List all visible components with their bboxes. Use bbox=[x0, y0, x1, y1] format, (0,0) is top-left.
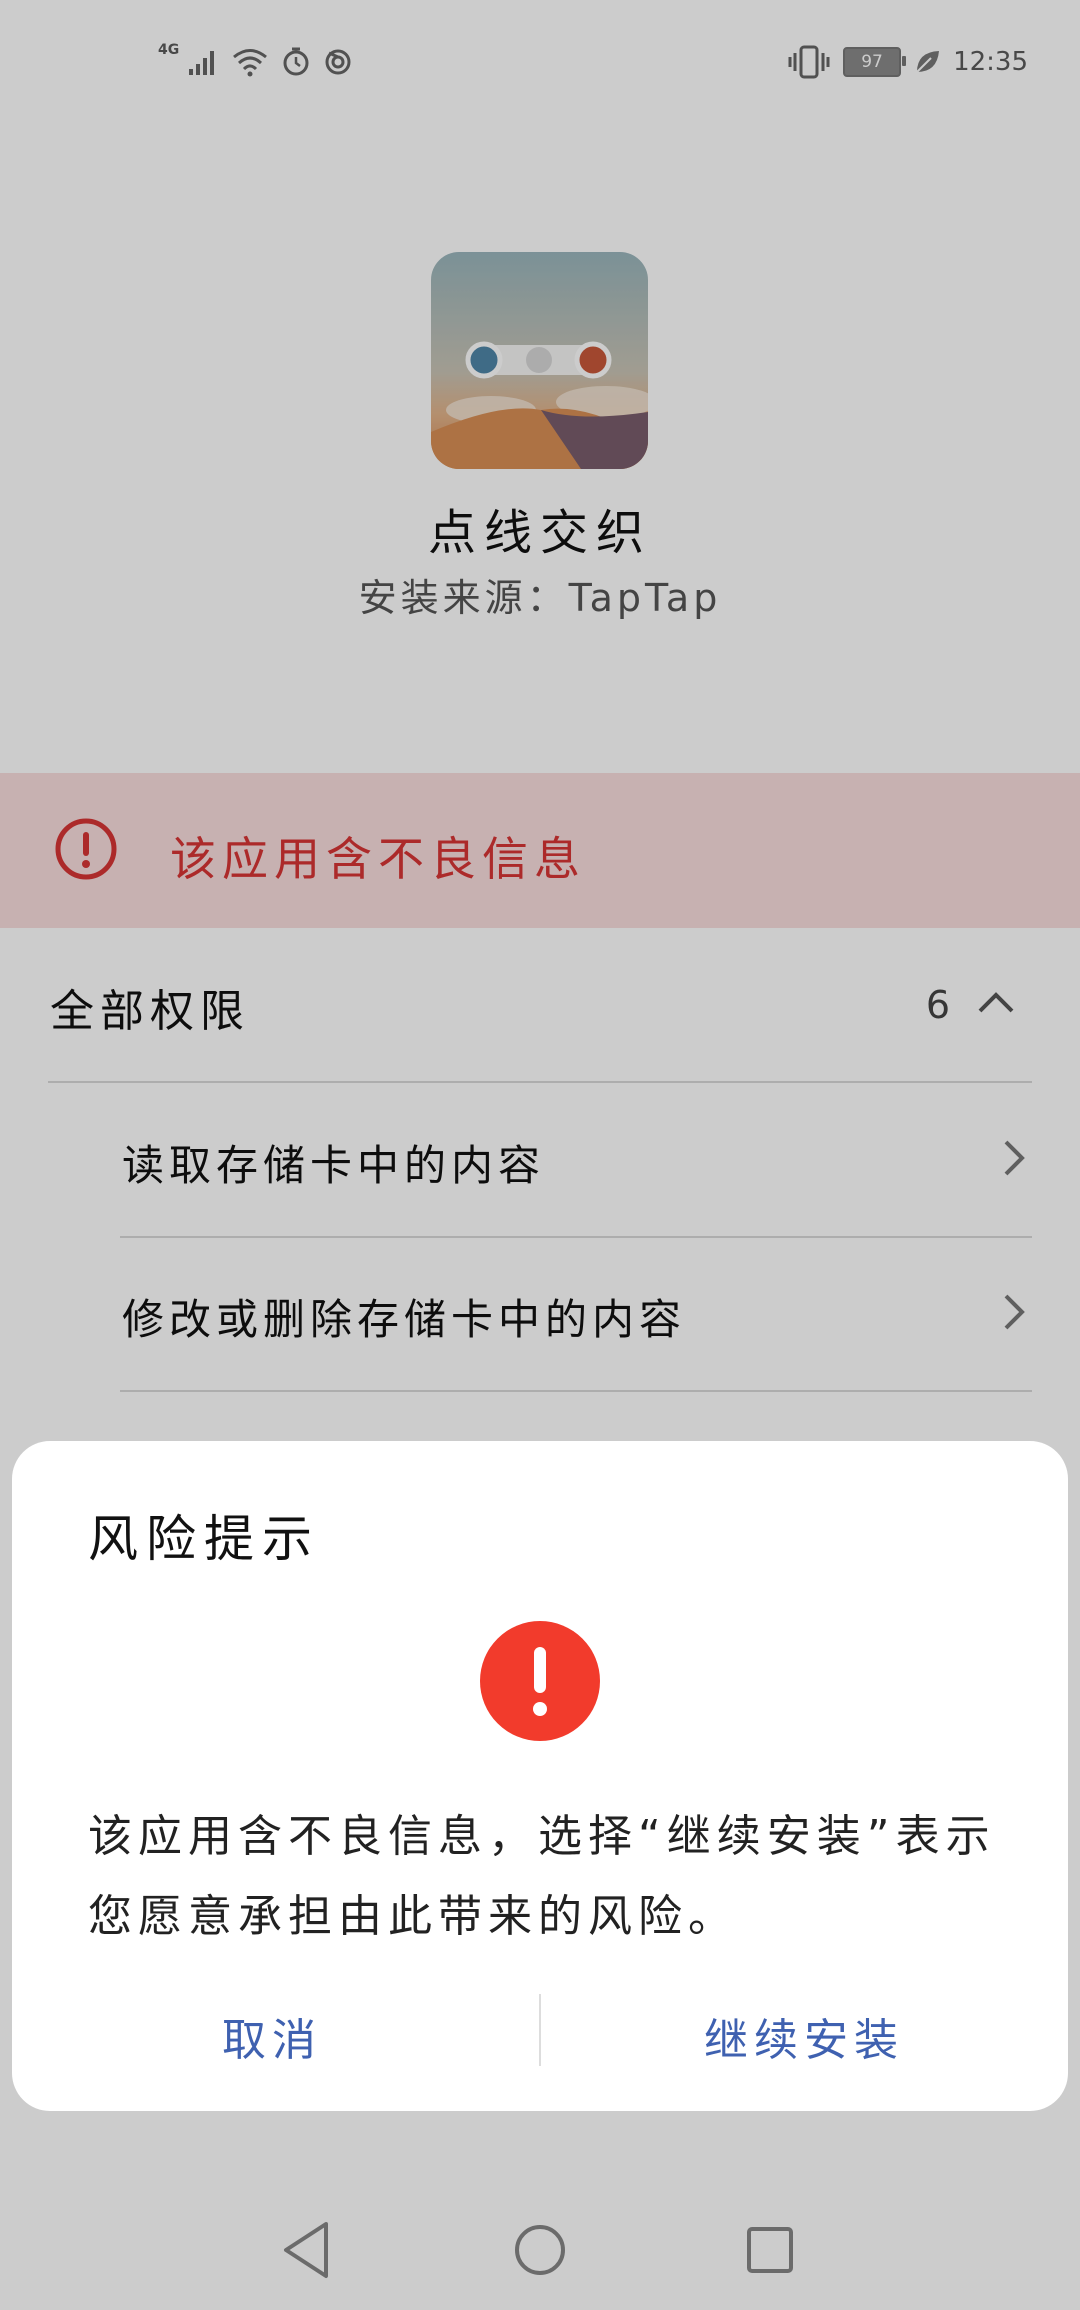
dialog-title: 风险提示 bbox=[88, 1510, 320, 1568]
dialog-actions: 取消 继续安装 bbox=[12, 1986, 1068, 2086]
dialog-message: 该应用含不良信息，选择“继续安装”表示您愿意承担由此带来的风险。 bbox=[88, 1811, 996, 1942]
risk-dialog: 风险提示 该应用含不良信息，选择“继续安装”表示您愿意承担由此带来的风险。 取消… bbox=[12, 1441, 1068, 2111]
continue-install-button[interactable]: 继续安装 bbox=[544, 1986, 1064, 2086]
button-separator bbox=[539, 1994, 541, 2066]
recents-icon[interactable] bbox=[730, 2210, 810, 2290]
navigation-bar bbox=[0, 2190, 1080, 2310]
home-icon[interactable] bbox=[500, 2210, 580, 2290]
back-icon[interactable] bbox=[268, 2210, 348, 2290]
alert-icon bbox=[480, 1621, 600, 1741]
cancel-button[interactable]: 取消 bbox=[12, 1986, 532, 2086]
